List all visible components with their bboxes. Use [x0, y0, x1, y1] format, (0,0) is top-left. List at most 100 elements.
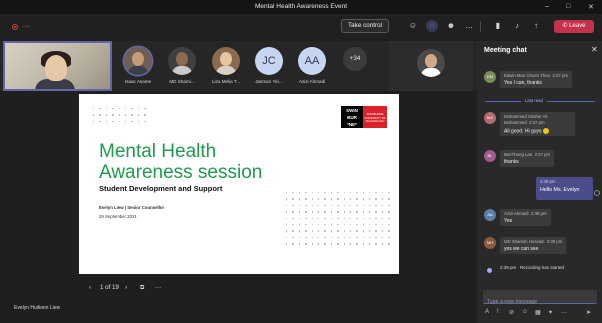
- own-chat-message[interactable]: 2:38 pm Hello Ms. Evelyn: [536, 177, 593, 200]
- slide-dot: [375, 211, 377, 213]
- emoji-icon[interactable]: ☺: [522, 309, 528, 315]
- slide-dot: [317, 204, 320, 207]
- send-icon[interactable]: ➤: [586, 309, 591, 316]
- people-icon[interactable]: ☺: [407, 20, 419, 32]
- slide-dot: [362, 192, 365, 194]
- camera-icon[interactable]: ▮: [492, 20, 504, 32]
- pinned-participant-tile[interactable]: [389, 41, 473, 91]
- compose-box[interactable]: [483, 290, 597, 309]
- last-read-divider: Last read: [485, 98, 595, 104]
- more-options-icon[interactable]: ···: [155, 282, 161, 294]
- meeting-timer: --:--: [22, 24, 31, 30]
- slide-dot: [105, 120, 108, 123]
- slide-dot: [317, 198, 320, 200]
- presenter-video-tile[interactable]: [3, 41, 112, 91]
- slide-dot: [362, 217, 365, 219]
- shared-content-stage: SWIN BUR *NE* SWINBURNE UNIVERSITY OF TECHNO…: [0, 91, 477, 323]
- chat-icon[interactable]: ◌: [426, 20, 438, 32]
- slide-dot: [317, 243, 320, 245]
- slide-dot: [298, 211, 301, 213]
- participant-tile[interactable]: Liza Melia T...: [203, 47, 249, 84]
- leave-button[interactable]: ✆ Leave: [554, 20, 594, 33]
- slide-dot: [369, 198, 371, 200]
- participant-tile[interactable]: MD Shami...: [159, 47, 205, 84]
- slide-dot: [388, 236, 390, 239]
- gif-icon[interactable]: ▦: [535, 309, 541, 316]
- avatar: [168, 47, 196, 75]
- close-chat-icon[interactable]: ✕: [591, 45, 598, 54]
- share-icon[interactable]: ↑: [530, 20, 542, 32]
- slide-dot: [292, 217, 294, 219]
- slide-dot: [286, 204, 288, 207]
- system-message-text: 2:39 pm Recording has started: [500, 265, 565, 270]
- slide-dot: [369, 217, 371, 219]
- attach-icon[interactable]: ⊘: [509, 309, 514, 316]
- slide-dot: [337, 204, 339, 207]
- avatar: BL: [484, 150, 496, 162]
- slide-dot: [381, 223, 384, 226]
- slide-dot: [381, 192, 384, 194]
- more-participants-badge[interactable]: +34: [343, 47, 367, 71]
- slide-dot: [375, 223, 377, 226]
- participant-gallery: Isaac Asante MD Shami... Liza Melia T...…: [0, 41, 477, 91]
- slide-dot: [298, 204, 301, 207]
- slide-dot: [118, 108, 120, 110]
- slide-dot: [292, 192, 294, 194]
- participant-tile[interactable]: AA Azizi Ahmadi: [289, 47, 335, 84]
- slide-dot: [317, 223, 320, 226]
- page-indicator: 1 of 19: [100, 284, 119, 291]
- slide-dot: [343, 236, 345, 239]
- take-control-button[interactable]: Take control: [341, 19, 389, 33]
- slide-dot: [298, 192, 301, 194]
- participant-name: Azizi Ahmadi: [298, 79, 326, 84]
- previous-slide-icon[interactable]: ‹: [89, 282, 91, 294]
- format-icon[interactable]: A: [485, 309, 489, 315]
- avatar: AA: [298, 47, 326, 75]
- slide-dot: [349, 204, 352, 207]
- slide-dot: [337, 223, 339, 226]
- sticker-icon[interactable]: ✦: [548, 309, 553, 316]
- slide-dot: [330, 236, 333, 239]
- slide-dot: [375, 192, 377, 194]
- participant-tile[interactable]: JC Jasman Yiri...: [246, 47, 292, 84]
- screens-icon[interactable]: ⧉: [140, 282, 144, 294]
- slide-dot: [305, 211, 307, 213]
- message-input[interactable]: [483, 295, 597, 309]
- slide-dot: [369, 223, 371, 226]
- slide-dot: [381, 243, 384, 245]
- close-window-icon[interactable]: ✕: [588, 3, 594, 11]
- slide-dot: [381, 204, 384, 207]
- slide-dot: [343, 192, 345, 194]
- slide-dot: [99, 120, 101, 123]
- slide-title: Mental Health Awareness session: [99, 141, 263, 183]
- reactions-icon[interactable]: ☻: [445, 20, 457, 32]
- slide-dot: [311, 211, 313, 213]
- slide-dot: [286, 217, 288, 219]
- slide-dot: [362, 230, 365, 232]
- maximize-icon[interactable]: □: [566, 3, 570, 10]
- slide-dot: [292, 223, 294, 226]
- next-slide-icon[interactable]: ›: [125, 282, 127, 294]
- slide-dot: [324, 223, 326, 226]
- slide-dot: [369, 236, 371, 239]
- more-actions-icon[interactable]: …: [463, 20, 475, 32]
- slide-dot: [118, 114, 120, 116]
- slide-dot: [118, 120, 120, 123]
- slide-dot: [343, 204, 345, 207]
- slide-dot: [337, 243, 339, 245]
- mic-off-icon[interactable]: ♪: [511, 20, 523, 32]
- participant-name: Jasman Yiri...: [255, 79, 283, 84]
- minimize-icon[interactable]: –: [545, 3, 549, 10]
- important-icon[interactable]: !: [497, 309, 499, 315]
- slide-dot: [112, 108, 114, 110]
- more-compose-icon[interactable]: …: [561, 309, 567, 315]
- swinburne-logo: SWIN BUR *NE* SWINBURNE UNIVERSITY OF TECHNO…: [341, 106, 387, 128]
- slide-dot: [349, 211, 352, 213]
- slide-dot: [324, 217, 326, 219]
- slide-dot: [343, 230, 345, 232]
- slide-dot: [292, 243, 294, 245]
- participant-tile[interactable]: Isaac Asante: [115, 47, 161, 84]
- slide-dot: [305, 236, 307, 239]
- slide-dot: [356, 236, 358, 239]
- slide-dot: [286, 230, 288, 232]
